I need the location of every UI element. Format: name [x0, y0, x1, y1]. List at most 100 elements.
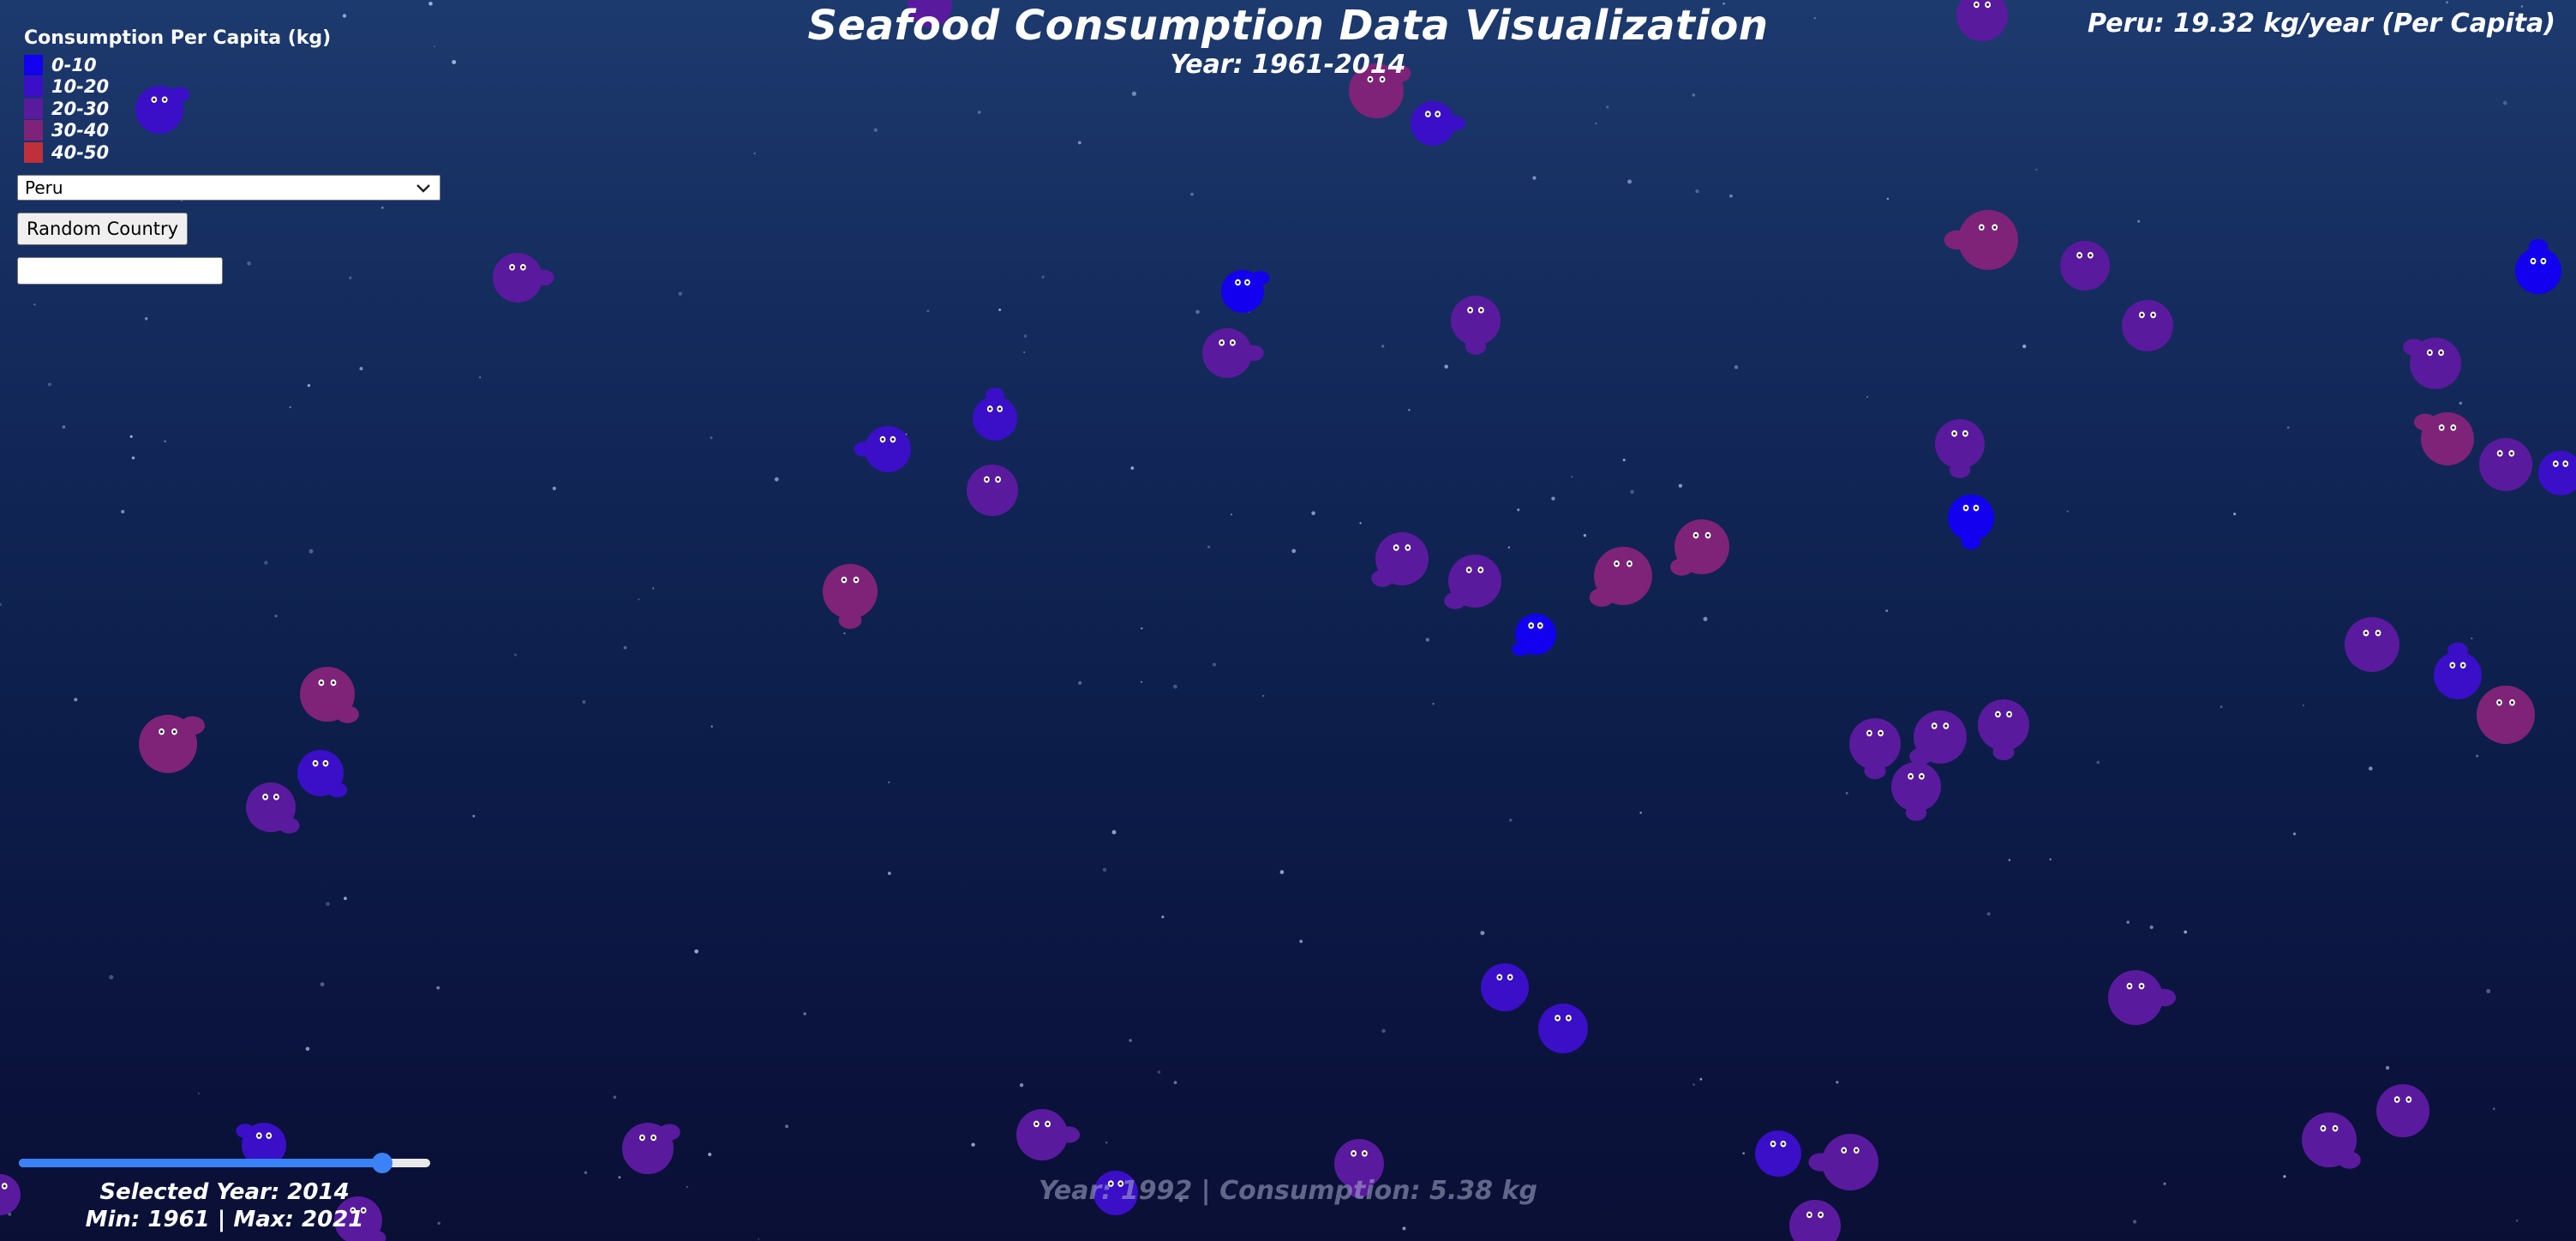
seafood-creature: [823, 564, 878, 629]
plankton-dot: [1402, 1226, 1406, 1231]
creature-body: [1515, 614, 1556, 655]
seafood-creature: [297, 750, 348, 798]
plankton-dot: [1583, 534, 1587, 537]
plankton-dot: [1231, 513, 1232, 516]
creature-pupil: [511, 266, 514, 269]
plankton-dot: [1023, 334, 1027, 339]
creature-pupil: [1996, 712, 1999, 716]
legend-item: 30-40: [24, 120, 331, 142]
creature-pupil: [2008, 712, 2011, 716]
plankton-dot: [1734, 365, 1739, 369]
seafood-creature: [2122, 300, 2173, 351]
plankton-dot: [359, 367, 363, 371]
seafood-creature: [1849, 718, 1901, 780]
year-slider[interactable]: [19, 1153, 430, 1173]
seafood-creature: [2108, 970, 2177, 1025]
seafood-creature: [1371, 532, 1429, 587]
seafood-creature: [1978, 699, 2029, 761]
plankton-dot: [2126, 920, 2130, 924]
plankton-dot: [131, 456, 135, 459]
legend-swatch: [24, 98, 43, 119]
creature-pupil: [1556, 1016, 1560, 1020]
creature-body: [300, 667, 355, 722]
plankton-dot: [436, 986, 440, 990]
creature-body: [1451, 296, 1501, 345]
creature-pupil: [2407, 1098, 2411, 1101]
creature-body: [1481, 963, 1529, 1011]
legend-label: 30-40: [51, 120, 110, 141]
creature-body: [139, 715, 197, 773]
plankton-dot: [1703, 616, 1708, 621]
plankton-dot: [710, 725, 713, 728]
plankton-dot: [2008, 859, 2011, 861]
plankton-dot: [1023, 351, 1026, 353]
seafood-creature: [1221, 270, 1270, 313]
hover-consumption-readout: Year: 1992 | Consumption: 5.38 kg: [1039, 1176, 1537, 1206]
seafood-creature: [1538, 1004, 1588, 1053]
creature-body: [1914, 710, 1967, 764]
creature-body: [1958, 210, 2018, 270]
creature-pupil: [2376, 631, 2380, 635]
creature-pupil: [1964, 507, 1968, 510]
creature-pupil: [1406, 546, 1410, 549]
plankton-dot: [2292, 832, 2297, 836]
plankton-dot: [2492, 1107, 2495, 1111]
creature-body: [2122, 300, 2173, 351]
plankton-dot: [803, 1012, 806, 1016]
creature-body: [2421, 412, 2474, 465]
creature-pupil: [1819, 1213, 1823, 1216]
legend-label: 10-20: [51, 76, 110, 98]
plankton-dot: [1630, 489, 1634, 495]
plankton-dot: [873, 128, 878, 132]
creature-pupil: [1694, 533, 1698, 537]
creature-body: [1891, 762, 1941, 812]
plankton-dot: [843, 632, 846, 635]
plankton-dot: [1105, 1141, 1108, 1144]
creature-pupil: [2440, 351, 2443, 354]
plankton-dot: [1678, 483, 1683, 488]
creature-body: [493, 253, 542, 303]
plankton-dot: [1311, 511, 1315, 516]
plankton-dot: [514, 653, 518, 656]
creature-body: [823, 564, 878, 619]
plankton-dot: [1157, 1070, 1161, 1074]
plankton-dot: [888, 872, 891, 875]
plankton-dot: [2220, 705, 2223, 709]
plankton-dot: [479, 376, 482, 379]
plankton-dot: [1517, 508, 1520, 512]
legend-item: 10-20: [24, 76, 331, 99]
random-country-button[interactable]: Random Country: [17, 213, 189, 245]
plankton-dot: [552, 486, 556, 491]
plankton-dot: [129, 435, 133, 438]
plankton-dot: [1279, 870, 1285, 874]
plankton-dot: [1019, 1082, 1024, 1088]
creature-pupil: [1627, 562, 1632, 566]
plankton-dot: [1551, 496, 1555, 501]
legend-swatch: [24, 54, 43, 75]
creature-pupil: [1944, 724, 1948, 728]
plankton-dot: [710, 436, 713, 440]
plankton-dot: [1408, 409, 1411, 411]
plankton-dot: [1622, 459, 1626, 462]
slider-thumb[interactable]: [372, 1153, 392, 1173]
plankton-dot: [197, 1092, 200, 1094]
plankton-dot: [1836, 1081, 1839, 1084]
creature-pupil: [2364, 631, 2368, 635]
creature-body: [246, 782, 296, 832]
creature-pupil: [2140, 984, 2143, 988]
creature-body: [2108, 970, 2163, 1025]
seafood-creature: [1789, 1200, 1841, 1241]
plankton-dot: [1845, 792, 1848, 794]
creature-pupil: [652, 1136, 656, 1139]
seafood-creature: [1935, 419, 1985, 478]
creature-body: [1538, 1004, 1588, 1053]
seafood-creature: [2060, 241, 2110, 291]
country-select[interactable]: Peru: [17, 175, 440, 201]
creature-pupil: [1530, 624, 1533, 627]
plankton-dot: [380, 207, 384, 209]
plankton-dot: [1195, 309, 1200, 315]
plankton-dot: [1692, 93, 1696, 97]
plankton-dot: [998, 309, 1002, 311]
country-search-input[interactable]: [17, 257, 223, 285]
plankton-dot: [1207, 545, 1211, 549]
